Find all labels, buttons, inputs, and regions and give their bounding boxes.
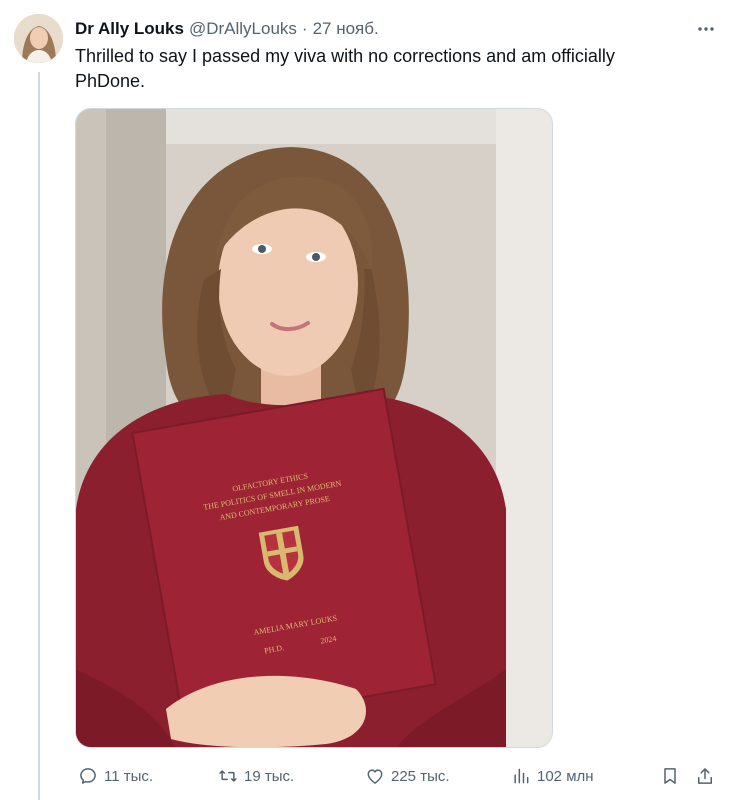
- like-button[interactable]: 225 тыс.: [365, 763, 450, 789]
- tweet-header: Dr Ally Louks @DrAllyLouks · 27 нояб.: [75, 18, 675, 40]
- tweet-text: Thrilled to say I passed my viva with no…: [75, 46, 615, 91]
- thread-line: [38, 72, 40, 800]
- separator-dot: ·: [301, 19, 308, 38]
- tweet-actions: 11 тыс. 19 тыс. 225 тыс. 102 млн: [75, 763, 725, 789]
- share-button[interactable]: [695, 763, 715, 789]
- retweet-count: 19 тыс.: [244, 767, 295, 785]
- tweet-date[interactable]: 27 нояб.: [313, 19, 379, 39]
- bookmark-button[interactable]: [660, 763, 680, 789]
- bookmark-icon: [664, 768, 676, 784]
- avatar[interactable]: [14, 14, 63, 63]
- more-dots-icon[interactable]: [695, 18, 717, 40]
- views-count: 102 млн: [537, 767, 594, 785]
- avatar-image: [14, 14, 63, 63]
- views-button[interactable]: 102 млн: [511, 763, 594, 789]
- photo-scene: OLFACTORY ETHICS THE POLITICS OF SMELL I…: [76, 109, 552, 747]
- share-icon: [698, 768, 712, 784]
- reply-count: 11 тыс.: [104, 767, 154, 785]
- heart-icon: [367, 769, 383, 784]
- retweet-button[interactable]: 19 тыс.: [218, 763, 294, 789]
- reply-button[interactable]: 11 тыс.: [78, 763, 153, 789]
- like-count: 225 тыс.: [391, 767, 450, 785]
- author-handle[interactable]: @DrAllyLouks: [189, 19, 297, 39]
- views-chart-icon: [514, 768, 529, 784]
- retweet-icon: [219, 770, 237, 782]
- tweet-photo[interactable]: OLFACTORY ETHICS THE POLITICS OF SMELL I…: [75, 108, 553, 748]
- author-name[interactable]: Dr Ally Louks: [75, 19, 184, 39]
- reply-icon: [80, 768, 96, 784]
